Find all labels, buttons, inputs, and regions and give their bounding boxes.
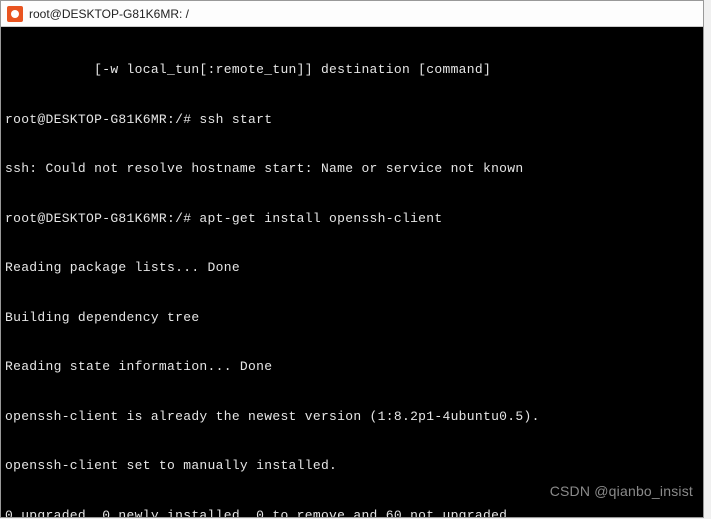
terminal-line: Building dependency tree — [5, 310, 699, 327]
titlebar[interactable]: root@DESKTOP-G81K6MR: / — [1, 1, 703, 27]
window-frame: root@DESKTOP-G81K6MR: / [-w local_tun[:r… — [0, 0, 704, 518]
terminal-line: ssh: Could not resolve hostname start: N… — [5, 161, 699, 178]
terminal-line: root@DESKTOP-G81K6MR:/# apt-get install … — [5, 211, 699, 228]
terminal-line: 0 upgraded, 0 newly installed, 0 to remo… — [5, 508, 699, 518]
window-title: root@DESKTOP-G81K6MR: / — [29, 7, 189, 21]
terminal-area[interactable]: [-w local_tun[:remote_tun]] destination … — [1, 27, 703, 517]
terminal-line: openssh-client set to manually installed… — [5, 458, 699, 475]
terminal-line: Reading state information... Done — [5, 359, 699, 376]
terminal-line: [-w local_tun[:remote_tun]] destination … — [5, 62, 699, 79]
ubuntu-icon — [7, 6, 23, 22]
terminal-line: Reading package lists... Done — [5, 260, 699, 277]
terminal-line: root@DESKTOP-G81K6MR:/# ssh start — [5, 112, 699, 129]
watermark-text: CSDN @qianbo_insist — [550, 483, 693, 499]
terminal-line: openssh-client is already the newest ver… — [5, 409, 699, 426]
